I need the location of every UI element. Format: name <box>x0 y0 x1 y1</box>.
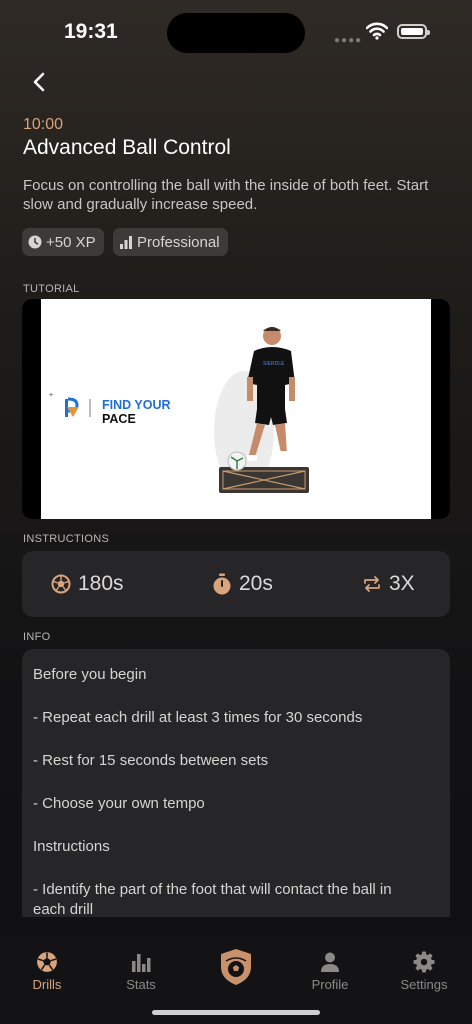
football-icon <box>51 574 71 594</box>
tab-center[interactable] <box>196 947 276 987</box>
xp-tag: +50 XP <box>22 228 104 256</box>
shield-ball-icon <box>221 949 251 985</box>
status-time: 19:31 <box>64 20 118 43</box>
tab-profile[interactable]: Profile <box>290 951 370 992</box>
tab-stats[interactable]: Stats <box>101 951 181 992</box>
signal-bars-icon <box>120 236 132 249</box>
tab-settings-label: Settings <box>400 977 448 992</box>
interval-stat: 20s <box>212 551 273 617</box>
info-card[interactable]: Before you begin - Repeat each drill at … <box>22 649 450 917</box>
total-time-value: 180s <box>78 572 124 595</box>
drill-title: Advanced Ball Control <box>23 136 231 159</box>
drill-description: Focus on controlling the ball with the i… <box>23 177 429 213</box>
football-icon <box>37 952 57 972</box>
tab-drills-label: Drills <box>32 977 62 992</box>
video-frame: + FIND YOUR PACE SIERDLE <box>41 299 431 519</box>
tab-settings[interactable]: Settings <box>384 951 464 992</box>
tutorial-label: TUTORIAL <box>23 283 80 295</box>
svg-text:+: + <box>49 392 53 399</box>
instructions-card: 180s 20s 3X <box>22 551 450 617</box>
xp-tag-label: +50 XP <box>46 233 96 251</box>
wifi-icon <box>366 22 388 40</box>
info-line <box>33 818 425 837</box>
cellular-signal-icon: ●●●● <box>334 35 363 46</box>
dynamic-island <box>167 13 305 53</box>
info-line <box>33 775 425 794</box>
info-text: Before you begin - Repeat each drill at … <box>33 665 425 917</box>
info-line: Instructions <box>33 838 110 855</box>
tab-profile-label: Profile <box>311 977 349 992</box>
info-line: - Rest for 15 seconds between sets <box>33 752 269 769</box>
total-time-stat: 180s <box>51 551 124 617</box>
battery-icon <box>397 24 430 39</box>
gear-icon <box>413 951 435 973</box>
person-icon <box>321 952 339 972</box>
repeat-value: 3X <box>389 572 415 595</box>
video-logo-text-2: PACE <box>102 412 136 426</box>
shirt-text: SIERDLE <box>263 361 285 367</box>
drill-duration: 10:00 <box>23 116 64 133</box>
info-line <box>33 689 425 708</box>
repeat-icon <box>364 576 380 592</box>
tab-drills[interactable]: Drills <box>7 951 87 992</box>
back-chevron-icon[interactable] <box>26 68 54 96</box>
info-line <box>33 732 425 751</box>
level-tag-label: Professional <box>137 233 220 251</box>
bar-chart-icon <box>132 954 151 972</box>
video-logo-text-1: FIND YOUR <box>102 398 171 412</box>
info-line: Before you begin <box>33 666 147 683</box>
instructions-label: INSTRUCTIONS <box>23 533 110 545</box>
clock-icon <box>28 235 42 249</box>
stopwatch-icon <box>213 573 231 595</box>
tutorial-video[interactable]: + FIND YOUR PACE SIERDLE <box>22 299 450 519</box>
player-illustration: SIERDLE <box>214 327 309 493</box>
info-line: - Identify the part of the foot that wil… <box>33 881 392 917</box>
info-line: - Repeat each drill at least 3 times for… <box>33 709 363 726</box>
find-your-pace-logo: + <box>49 392 91 417</box>
level-tag: Professional <box>113 228 228 256</box>
info-line <box>33 861 425 880</box>
info-label: INFO <box>23 631 51 643</box>
tab-stats-label: Stats <box>126 977 156 992</box>
home-indicator <box>152 1010 320 1015</box>
info-line: - Choose your own tempo <box>33 795 205 812</box>
interval-value: 20s <box>239 572 273 595</box>
repeat-stat: 3X <box>362 551 415 617</box>
